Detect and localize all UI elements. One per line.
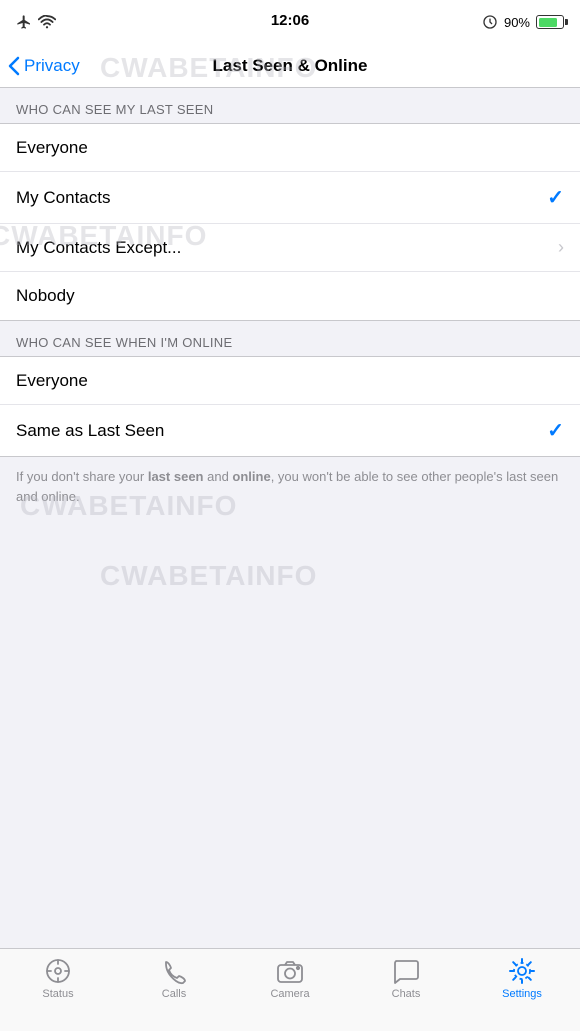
list-item-everyone-lastseen[interactable]: Everyone [0,124,580,172]
settings-icon [508,957,536,985]
tab-camera-label: Camera [270,988,309,1000]
online-list: Everyone Same as Last Seen ✓ [0,356,580,457]
everyone-online-label: Everyone [16,371,88,391]
nav-bar: Privacy Last Seen & Online [0,44,580,88]
list-item-nobody-lastseen[interactable]: Nobody [0,272,580,320]
everyone-lastseen-label: Everyone [16,138,88,158]
same-as-lastseen-check-icon: ✓ [547,418,564,443]
online-section-header: WHO CAN SEE WHEN I'M ONLINE [0,321,580,356]
tab-calls[interactable]: Calls [144,957,204,1000]
info-text-block: If you don't share your last seen and on… [0,457,580,518]
wifi-icon [38,15,56,29]
list-item-mycontacts-except[interactable]: My Contacts Except... › [0,224,580,272]
tab-calls-label: Calls [162,988,186,1000]
chats-icon [392,957,420,985]
calls-icon [160,957,188,985]
back-button[interactable]: Privacy [8,56,80,76]
list-item-same-as-lastseen[interactable]: Same as Last Seen ✓ [0,405,580,456]
last-seen-list: Everyone My Contacts ✓ My Contacts Excep… [0,123,580,321]
tab-status-label: Status [42,988,73,1000]
status-time: 12:06 [271,12,309,29]
info-before: If you don't share your [16,469,148,484]
mycontacts-check-icon: ✓ [547,185,564,210]
status-right: 90% [482,14,564,30]
same-as-lastseen-label: Same as Last Seen [16,421,164,441]
mycontacts-except-chevron-icon: › [558,237,564,258]
list-item-everyone-online[interactable]: Everyone [0,357,580,405]
last-seen-section-header: WHO CAN SEE MY LAST SEEN [0,88,580,123]
tab-settings-label: Settings [502,988,542,1000]
tab-status[interactable]: Status [28,957,88,1000]
watermark-4: CWABETAINFO [100,560,317,592]
tab-bar: Status Calls Camera Chats [0,948,580,1031]
tab-chats[interactable]: Chats [376,957,436,1000]
mycontacts-label: My Contacts [16,188,110,208]
status-left [16,14,56,30]
timer-icon [482,14,498,30]
tab-settings[interactable]: Settings [492,957,552,1000]
status-bar: 12:06 90% [0,0,580,44]
tab-camera[interactable]: Camera [260,957,320,1000]
camera-icon [276,957,304,985]
battery-percent: 90% [504,15,530,30]
back-label: Privacy [24,56,80,76]
tab-chats-label: Chats [392,988,421,1000]
list-item-mycontacts[interactable]: My Contacts ✓ [0,172,580,224]
info-middle: and [204,469,233,484]
info-bold-lastseen: last seen [148,469,204,484]
content: WHO CAN SEE MY LAST SEEN Everyone My Con… [0,88,580,518]
status-icon [44,957,72,985]
battery-icon [536,15,564,29]
airplane-icon [16,14,32,30]
nav-title: Last Seen & Online [213,56,368,76]
info-bold-online: online [232,469,270,484]
mycontacts-except-label: My Contacts Except... [16,238,181,258]
nobody-lastseen-label: Nobody [16,286,75,306]
